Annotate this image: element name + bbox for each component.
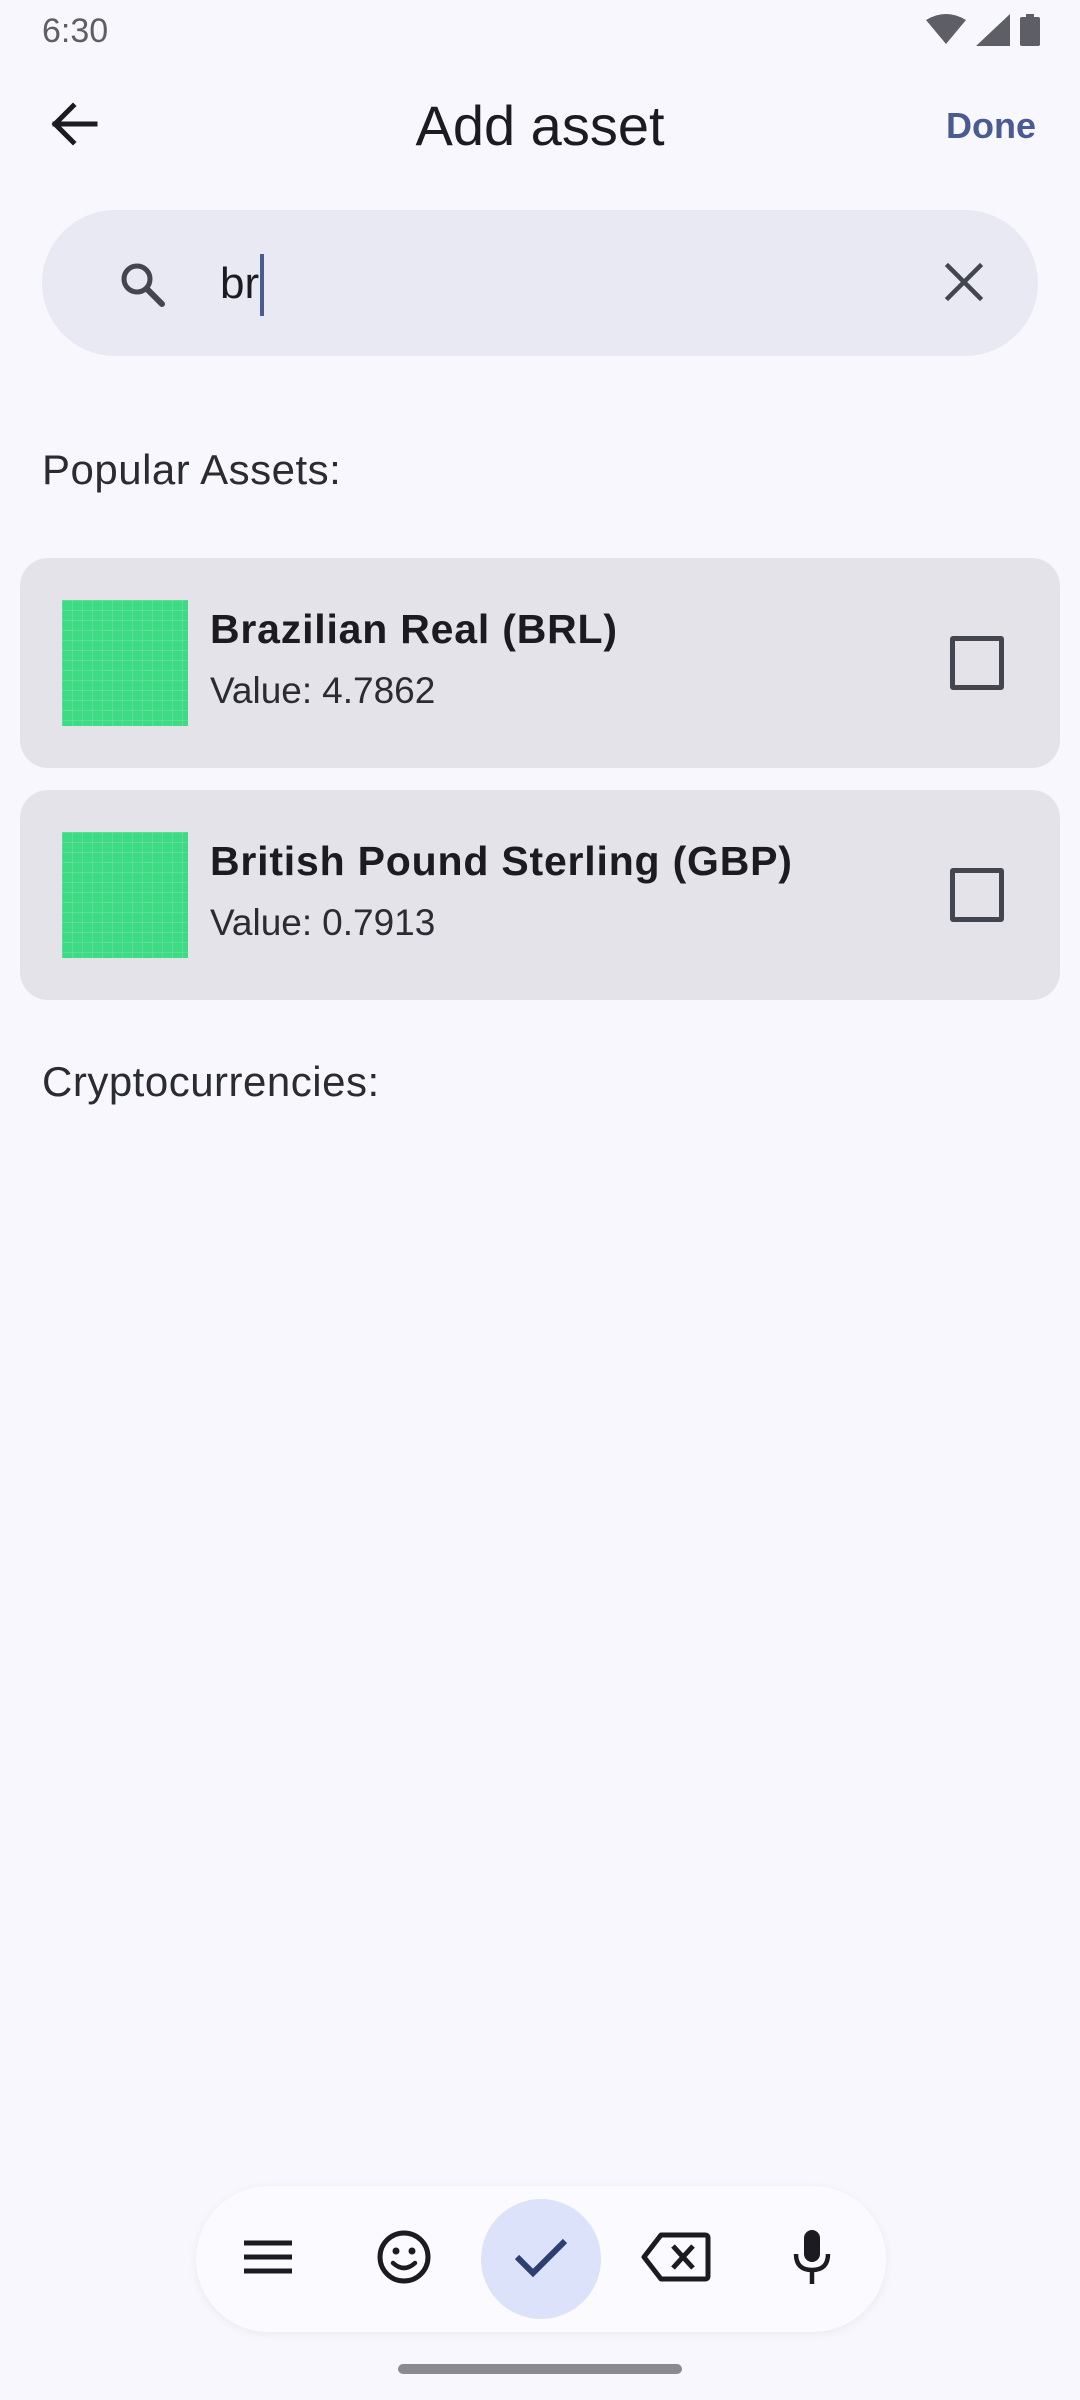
status-time: 6:30	[42, 12, 109, 50]
signal-icon	[976, 14, 1010, 46]
arrow-back-icon	[49, 101, 99, 151]
home-indicator	[398, 2364, 682, 2374]
check-icon	[513, 2235, 569, 2284]
emoji-icon	[376, 2229, 432, 2290]
asset-checkbox[interactable]	[950, 868, 1004, 922]
backspace-icon	[641, 2231, 711, 2288]
keyboard-menu-button[interactable]	[208, 2199, 328, 2319]
clear-search-button[interactable]	[930, 250, 998, 318]
asset-card-gbp[interactable]: British Pound Sterling (GBP) Value: 0.791…	[20, 790, 1060, 1000]
top-app-bar: Add asset Done	[0, 80, 1080, 170]
asset-value: Value: 0.7913	[210, 902, 435, 944]
done-button[interactable]: Done	[946, 102, 1036, 150]
asset-value-number: 0.7913	[322, 902, 436, 943]
keyboard-confirm-button[interactable]	[481, 2199, 601, 2319]
popular-assets-header: Popular Assets:	[42, 446, 342, 493]
asset-card-brl[interactable]: Brazilian Real (BRL) Value: 4.7862	[20, 558, 1060, 768]
asset-value-number: 4.7862	[322, 670, 436, 711]
asset-value-label: Value:	[210, 670, 313, 711]
screen: 6:30 Add asset Done br Popular Assets: B…	[0, 0, 1080, 2400]
asset-thumbnail	[62, 832, 188, 958]
close-icon	[944, 262, 984, 307]
keyboard-backspace-button[interactable]	[616, 2199, 736, 2319]
search-icon	[118, 260, 166, 313]
asset-name: British Pound Sterling (GBP)	[210, 838, 793, 884]
asset-checkbox[interactable]	[950, 636, 1004, 690]
asset-name: Brazilian Real (BRL)	[210, 606, 618, 652]
search-input[interactable]	[220, 250, 920, 318]
keyboard-voice-button[interactable]	[752, 2199, 872, 2319]
asset-value: Value: 4.7862	[210, 670, 435, 712]
asset-thumbnail	[62, 600, 188, 726]
battery-icon	[1020, 14, 1040, 46]
mic-icon	[790, 2228, 834, 2291]
cryptocurrencies-header: Cryptocurrencies:	[42, 1058, 380, 1105]
keyboard-toolbar	[196, 2186, 886, 2332]
back-button[interactable]	[36, 88, 112, 164]
status-icons	[926, 14, 1040, 46]
wifi-icon	[926, 14, 966, 46]
search-bar	[42, 210, 1038, 356]
status-bar: 6:30	[0, 0, 1080, 60]
menu-icon	[242, 2237, 294, 2282]
keyboard-emoji-button[interactable]	[344, 2199, 464, 2319]
asset-value-label: Value:	[210, 902, 313, 943]
page-title: Add asset	[415, 94, 665, 157]
text-cursor	[260, 254, 264, 316]
